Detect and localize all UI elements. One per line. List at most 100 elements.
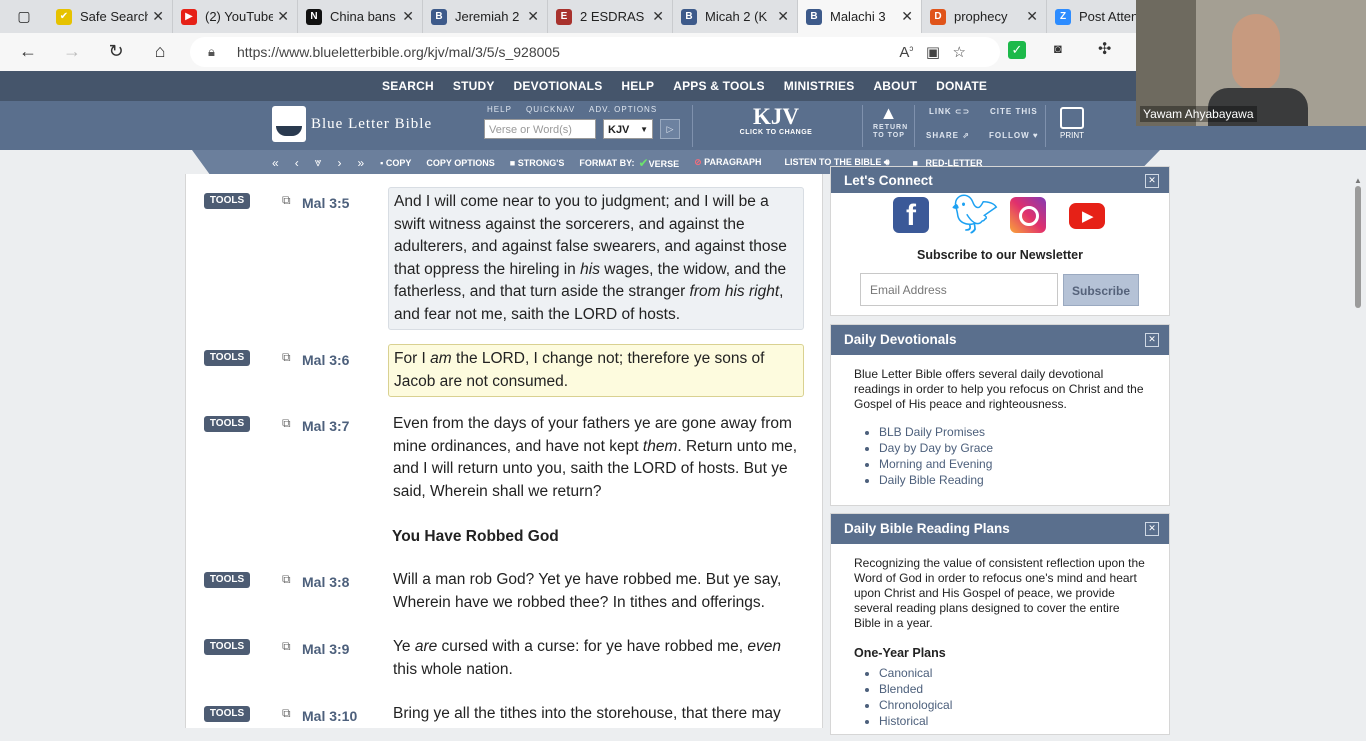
list-item[interactable]: Canonical — [879, 665, 1146, 681]
verse-text[interactable]: Even from the days of your fathers ye ar… — [388, 410, 804, 506]
url-field[interactable]: 🔒︎ https://www.blueletterbible.org/kjv/m… — [190, 37, 1000, 67]
nav-item-donate[interactable]: DONATE — [936, 79, 987, 93]
list-item[interactable]: BLB Daily Promises — [879, 424, 1146, 440]
subscribe-button[interactable]: Subscribe — [1063, 274, 1139, 306]
extensions-puzzle-icon[interactable]: ✣ — [1098, 39, 1111, 59]
return-to-top-button[interactable]: ▲ RETURN TO TOP — [873, 103, 907, 140]
list-item[interactable]: Chronological — [879, 697, 1146, 713]
close-icon[interactable]: ✕ — [1145, 174, 1159, 188]
list-item[interactable]: Day by Day by Grace — [879, 440, 1146, 456]
verse-format-option[interactable]: ✔VERSE — [639, 156, 680, 170]
browser-tab[interactable]: ▶ (2) YouTube ✕ — [173, 0, 298, 33]
print-button[interactable]: PRINT — [1057, 107, 1087, 145]
close-tab-icon[interactable]: ✕ — [277, 8, 289, 25]
go-button[interactable]: ▷ — [660, 119, 680, 139]
copy-button[interactable]: ▪ COPY — [380, 158, 411, 168]
chapter-dropdown-icon[interactable]: ⩔ — [315, 155, 322, 170]
youtube-icon[interactable]: ▶ — [1069, 203, 1105, 229]
paragraph-format-option[interactable]: ⊘ PARAGRAPH — [694, 157, 761, 168]
browser-tab[interactable]: Dprophecy ✕ — [922, 0, 1047, 33]
browser-tab[interactable]: ✔ Safe Search ✕ — [48, 0, 173, 33]
strongs-toggle[interactable]: ■ STRONG'S — [510, 158, 565, 168]
extension-check-icon[interactable]: ✓ — [1008, 41, 1026, 59]
verse-reference[interactable]: Mal 3:9 — [302, 641, 349, 657]
nav-item-apps-tools[interactable]: APPS & TOOLS — [673, 79, 765, 93]
tools-button[interactable]: TOOLS — [204, 350, 250, 366]
tab-actions-menu[interactable]: ▢ — [0, 0, 48, 33]
copy-verse-icon[interactable]: ⧉ — [282, 416, 291, 431]
verse-text[interactable]: For I am the LORD, I change not; therefo… — [388, 344, 804, 397]
tools-button[interactable]: TOOLS — [204, 572, 250, 588]
blb-logo[interactable]: Blue Letter Bible — [272, 106, 432, 142]
next-chapter-icon[interactable]: › — [337, 156, 341, 170]
browser-tab[interactable]: B Malachi 3 ✕ — [798, 0, 922, 33]
close-tab-icon[interactable]: ✕ — [527, 8, 539, 25]
first-chapter-icon[interactable]: « — [272, 156, 279, 170]
close-tab-icon[interactable]: ✕ — [402, 8, 414, 25]
verse-reference[interactable]: Mal 3:7 — [302, 418, 349, 434]
copy-verse-icon[interactable]: ⧉ — [282, 639, 291, 654]
copy-options-button[interactable]: COPY OPTIONS — [426, 158, 494, 168]
close-icon[interactable]: ✕ — [1145, 522, 1159, 536]
help-label[interactable]: HELP — [487, 105, 512, 114]
page-scrollbar[interactable]: ▲ — [1350, 174, 1366, 728]
close-tab-icon[interactable]: ✕ — [1026, 8, 1038, 25]
home-button[interactable]: ⌂ — [148, 41, 172, 62]
nav-item-about[interactable]: ABOUT — [873, 79, 917, 93]
verse-reference[interactable]: Mal 3:5 — [302, 195, 349, 211]
verse-search-input[interactable]: Verse or Word(s) — [484, 119, 596, 139]
facebook-icon[interactable]: f — [893, 197, 929, 233]
browser-tab[interactable]: N China bans ✕ — [298, 0, 423, 33]
verse-text[interactable]: Ye are cursed with a curse: for ye have … — [388, 633, 804, 684]
extension-box-icon[interactable]: ◙ — [1054, 41, 1062, 56]
follow-button[interactable]: FOLLOW ♥ — [989, 131, 1039, 140]
scroll-up-icon[interactable]: ▲ — [1354, 176, 1362, 185]
link-button[interactable]: LINK ⊂⊃ — [929, 107, 970, 116]
tools-button[interactable]: TOOLS — [204, 639, 250, 655]
nav-item-search[interactable]: SEARCH — [382, 79, 434, 93]
list-item[interactable]: Daily Bible Reading — [879, 472, 1146, 488]
tools-button[interactable]: TOOLS — [204, 706, 250, 722]
copy-verse-icon[interactable]: ⧉ — [282, 572, 291, 587]
verse-reference[interactable]: Mal 3:6 — [302, 352, 349, 368]
refresh-button[interactable]: ↻ — [104, 41, 128, 62]
reader-favorites-icons[interactable]: Aↄ ▣ ☆ — [899, 43, 966, 61]
nav-item-help[interactable]: HELP — [621, 79, 654, 93]
scrollbar-thumb[interactable] — [1355, 186, 1361, 308]
list-item[interactable]: Historical — [879, 713, 1146, 729]
cite-this-button[interactable]: CITE THIS — [990, 107, 1038, 116]
close-tab-icon[interactable]: ✕ — [777, 8, 789, 25]
share-button[interactable]: SHARE ⇗ — [926, 131, 970, 140]
browser-tab[interactable]: E 2 ESDRAS ✕ — [548, 0, 673, 33]
verse-text[interactable]: Will a man rob God? Yet ye have robbed m… — [388, 566, 804, 617]
close-tab-icon[interactable]: ✕ — [652, 8, 664, 25]
list-item[interactable]: Blended — [879, 681, 1146, 697]
close-tab-icon[interactable]: ✕ — [152, 8, 164, 25]
copy-verse-icon[interactable]: ⧉ — [282, 350, 291, 365]
back-button[interactable]: ← — [16, 41, 40, 62]
verse-reference[interactable]: Mal 3:8 — [302, 574, 349, 590]
verse-text[interactable]: And I will come near to you to judgment;… — [388, 187, 804, 330]
verse-text[interactable]: Bring ye all the tithes into the storeho… — [388, 700, 804, 729]
instagram-icon[interactable] — [1010, 197, 1046, 233]
verse-reference[interactable]: Mal 3:10 — [302, 708, 357, 724]
twitter-icon[interactable]: 🐦︎ — [951, 194, 999, 236]
forward-button[interactable]: → — [60, 41, 84, 62]
prev-chapter-icon[interactable]: ‹ — [295, 156, 299, 170]
last-chapter-icon[interactable]: » — [357, 156, 364, 170]
tools-button[interactable]: TOOLS — [204, 416, 250, 432]
version-switch-button[interactable]: KJV CLICK TO CHANGE — [738, 105, 814, 137]
copy-verse-icon[interactable]: ⧉ — [282, 706, 291, 721]
browser-tab[interactable]: B Jeremiah 2 ✕ — [423, 0, 548, 33]
email-input[interactable]: Email Address — [860, 273, 1058, 306]
list-item[interactable]: Morning and Evening — [879, 456, 1146, 472]
version-select[interactable]: KJV ▼ — [603, 119, 653, 139]
close-tab-icon[interactable]: ✕ — [901, 8, 913, 25]
tools-button[interactable]: TOOLS — [204, 193, 250, 209]
adv-options-label[interactable]: ADV. OPTIONS — [589, 105, 657, 114]
nav-item-study[interactable]: STUDY — [453, 79, 495, 93]
close-icon[interactable]: ✕ — [1145, 333, 1159, 347]
browser-tab[interactable]: B Micah 2 (K ✕ — [673, 0, 798, 33]
nav-item-ministries[interactable]: MINISTRIES — [784, 79, 855, 93]
copy-verse-icon[interactable]: ⧉ — [282, 193, 291, 208]
